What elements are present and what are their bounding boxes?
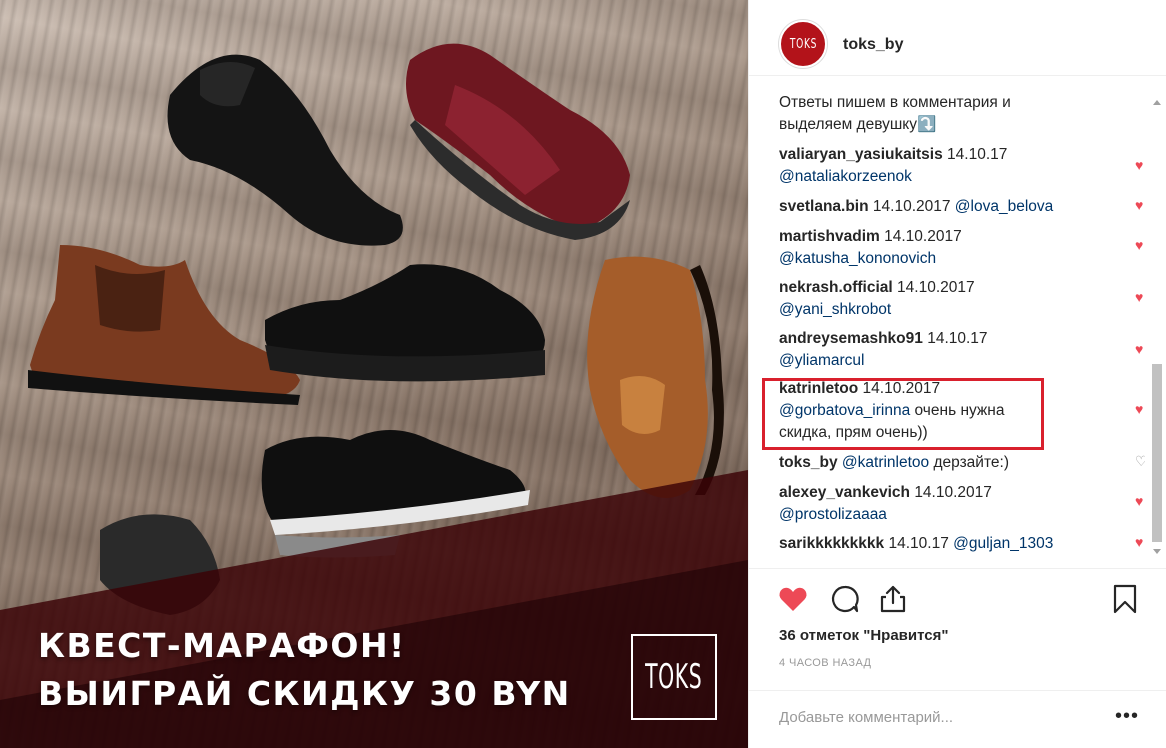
like-heart-icon[interactable]: ♥ bbox=[1135, 158, 1143, 172]
post-photo[interactable]: КВЕСТ-МАРАФОН! ВЫИГРАЙ СКИДКУ 30 BYN TOK… bbox=[0, 0, 748, 748]
comment-mention[interactable]: @nataliakorzeenok bbox=[779, 168, 912, 185]
comment-time: 14.10.2017 bbox=[914, 484, 992, 501]
caption-line-1: Ответы пишем в комментария и bbox=[779, 94, 1011, 111]
add-comment-bar: ••• bbox=[749, 690, 1166, 748]
comment-mention[interactable]: @katrinletoo bbox=[842, 454, 929, 471]
comment-mention[interactable]: @yliamarcul bbox=[779, 352, 865, 369]
comment-mention[interactable]: @prostolizaaaa bbox=[779, 506, 887, 523]
list-item: svetlana.bin 14.10.2017 @lova_belova bbox=[779, 196, 1119, 218]
comment-username[interactable]: alexey_vankevich bbox=[779, 484, 910, 501]
post-timestamp[interactable]: 4 ЧАСОВ НАЗАД bbox=[779, 657, 871, 669]
comment-time: 14.10.17 bbox=[947, 146, 1008, 163]
comment-input[interactable] bbox=[779, 705, 1099, 729]
scroll-up-arrow-icon[interactable] bbox=[1153, 100, 1161, 105]
comment-time: 14.10.2017 bbox=[872, 198, 951, 215]
comment-username[interactable]: valiaryan_yasiukaitsis bbox=[779, 146, 943, 163]
comment-username[interactable]: svetlana.bin bbox=[779, 198, 869, 215]
likes-count[interactable]: 36 отметок "Нравится" bbox=[779, 627, 948, 644]
like-heart-outline-icon[interactable]: ♡ bbox=[1135, 454, 1145, 468]
comment-time: 14.10.17 bbox=[927, 330, 988, 347]
more-options-icon[interactable]: ••• bbox=[1115, 705, 1139, 728]
like-heart-icon[interactable]: ♥ bbox=[1135, 198, 1143, 212]
list-item: sarikkkkkkkkk 14.10.17 @guljan_1303 bbox=[779, 533, 1119, 555]
list-item: andreysemashko91 14.10.17 @yliamarcul bbox=[779, 328, 1119, 372]
share-icon[interactable] bbox=[877, 583, 909, 615]
comment-time: 14.10.17 bbox=[888, 535, 949, 552]
comment-mention[interactable]: @guljan_1303 bbox=[953, 535, 1053, 552]
post-side-panel: TOKS toks_by Ответы пишем в комментария … bbox=[748, 0, 1166, 748]
like-heart-icon[interactable]: ♥ bbox=[1135, 402, 1143, 416]
promo-line-1: КВЕСТ-МАРАФОН! bbox=[38, 626, 406, 665]
list-item: nekrash.official 14.10.2017 @yani_shkrob… bbox=[779, 277, 1119, 321]
comment-mention[interactable]: @katusha_kononovich bbox=[779, 250, 936, 267]
list-item: alexey_vankevich 14.10.2017 @prostolizaa… bbox=[779, 482, 1119, 526]
avatar[interactable]: TOKS bbox=[779, 20, 827, 68]
like-heart-icon[interactable]: ♥ bbox=[1135, 342, 1143, 356]
post-header: TOKS toks_by bbox=[749, 0, 1166, 76]
like-heart-icon[interactable]: ♥ bbox=[1135, 290, 1143, 304]
comment-username[interactable]: sarikkkkkkkkk bbox=[779, 535, 884, 552]
scrollbar-thumb[interactable] bbox=[1152, 364, 1162, 542]
comment-time: 14.10.2017 bbox=[897, 279, 975, 296]
comment-username[interactable]: toks_by bbox=[779, 454, 838, 471]
header-username[interactable]: toks_by bbox=[843, 36, 903, 54]
scroll-down-arrow-icon[interactable] bbox=[1153, 549, 1161, 554]
comments-scrollbar[interactable] bbox=[1150, 92, 1164, 562]
list-item: toks_by @katrinletoo дерзайте:) bbox=[779, 452, 1119, 474]
comment-time: 14.10.2017 bbox=[884, 228, 962, 245]
bookmark-icon[interactable] bbox=[1109, 583, 1141, 615]
promo-line-2: ВЫИГРАЙ СКИДКУ 30 BYN bbox=[38, 674, 571, 713]
comment-username[interactable]: nekrash.official bbox=[779, 279, 893, 296]
list-item: martishvadim 14.10.2017 @katusha_kononov… bbox=[779, 226, 1119, 270]
toks-logo: TOKS bbox=[631, 634, 717, 720]
like-button-heart-icon[interactable] bbox=[777, 583, 809, 615]
comment-mention[interactable]: @yani_shkrobot bbox=[779, 301, 891, 318]
caption-line-2: выделяем девушку⤵️ bbox=[779, 116, 937, 133]
like-heart-icon[interactable]: ♥ bbox=[1135, 494, 1143, 508]
comment-text: дерзайте:) bbox=[933, 454, 1009, 471]
highlight-annotation-box bbox=[762, 378, 1044, 450]
caption: Ответы пишем в комментария и выделяем де… bbox=[779, 92, 1119, 136]
comment-username[interactable]: andreysemashko91 bbox=[779, 330, 923, 347]
comment-mention[interactable]: @lova_belova bbox=[955, 198, 1053, 215]
comment-username[interactable]: martishvadim bbox=[779, 228, 880, 245]
comment-bubble-icon[interactable] bbox=[829, 583, 861, 615]
comments-list: Ответы пишем в комментария и выделяем де… bbox=[779, 92, 1145, 562]
list-item: valiaryan_yasiukaitsis 14.10.17 @natalia… bbox=[779, 144, 1119, 188]
like-heart-icon[interactable]: ♥ bbox=[1135, 238, 1143, 252]
like-heart-icon[interactable]: ♥ bbox=[1135, 535, 1143, 549]
